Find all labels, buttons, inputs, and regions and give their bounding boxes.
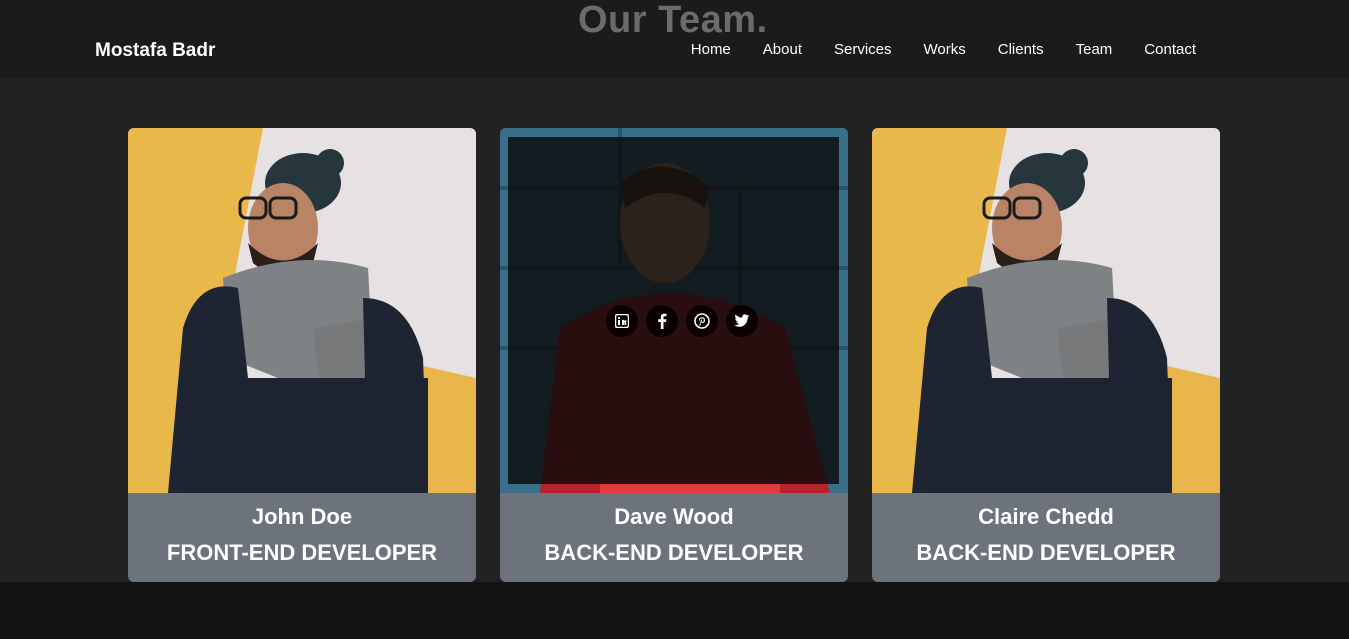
nav-link-clients[interactable]: Clients	[998, 41, 1044, 58]
member-role: BACK-END DEVELOPER	[916, 540, 1176, 565]
facebook-icon[interactable]	[646, 305, 678, 337]
team-card-claire-chedd[interactable]: Claire Chedd BACK-END DEVELOPER	[872, 128, 1220, 582]
brand-logo[interactable]: Mostafa Badr	[95, 40, 215, 62]
linkedin-icon[interactable]	[606, 305, 638, 337]
team-card-dave-wood[interactable]: Dave Wood BACK-END DEVELOPER	[500, 128, 848, 582]
card-body: Dave Wood BACK-END DEVELOPER	[500, 493, 848, 582]
social-links	[606, 305, 758, 337]
navbar: Mostafa Badr Home About Services Works C…	[0, 0, 1349, 78]
member-photo	[500, 128, 848, 493]
nav-link-contact[interactable]: Contact	[1144, 41, 1196, 58]
social-overlay	[508, 137, 839, 484]
nav-link-services[interactable]: Services	[834, 41, 892, 58]
nav-link-about[interactable]: About	[763, 41, 802, 58]
page: John Doe FRONT-END DEVELOPER Dave Wood B…	[0, 0, 1349, 639]
nav-links: Home About Services Works Clients Team C…	[691, 41, 1196, 58]
member-name: John Doe	[251, 504, 353, 529]
member-role: FRONT-END DEVELOPER	[166, 540, 438, 565]
member-name: Dave Wood	[614, 504, 734, 529]
card-body: John Doe FRONT-END DEVELOPER	[128, 493, 476, 582]
nav-link-team[interactable]: Team	[1076, 41, 1113, 58]
nav-link-home[interactable]: Home	[691, 41, 731, 58]
member-photo	[872, 128, 1220, 493]
team-section: John Doe FRONT-END DEVELOPER Dave Wood B…	[0, 78, 1349, 582]
member-photo	[128, 128, 476, 493]
member-name: Claire Chedd	[978, 504, 1114, 529]
pinterest-icon[interactable]	[686, 305, 718, 337]
twitter-icon[interactable]	[726, 305, 758, 337]
team-card-john-doe[interactable]: John Doe FRONT-END DEVELOPER	[128, 128, 476, 582]
section-title: Our Team.	[578, 0, 768, 41]
card-body: Claire Chedd BACK-END DEVELOPER	[872, 493, 1220, 582]
member-role: BACK-END DEVELOPER	[544, 540, 804, 565]
nav-link-works[interactable]: Works	[924, 41, 966, 58]
